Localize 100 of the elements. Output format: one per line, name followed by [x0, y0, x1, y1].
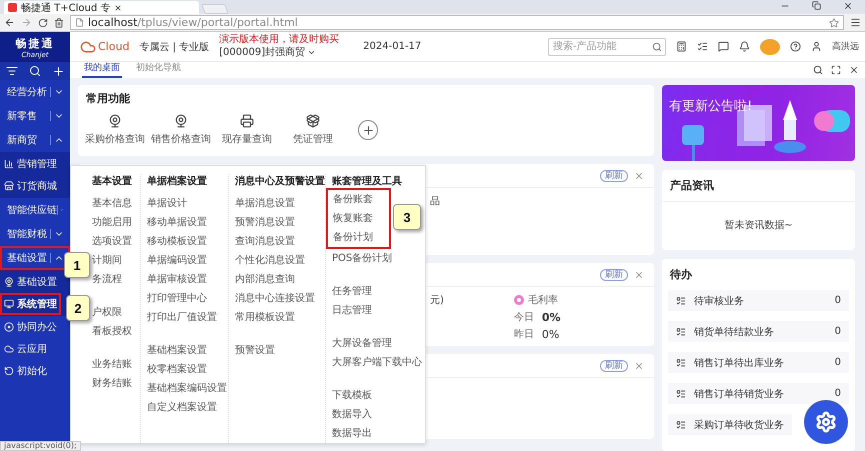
menu-item[interactable]: POS备份计划	[332, 249, 423, 268]
close-icon[interactable]	[114, 4, 122, 12]
menu-item[interactable]: 单据设计	[147, 194, 228, 213]
shortcut-button[interactable]: 采购价格查询	[84, 114, 146, 146]
menu-item[interactable]: 任务管理	[332, 282, 423, 301]
shortcut-button[interactable]: 销售价格查询	[150, 114, 212, 146]
shortcut-button[interactable]: 凭证管理	[282, 114, 344, 146]
menu-item[interactable]: 内部消息查询	[235, 270, 325, 289]
menu-item[interactable]: 业务结账	[92, 355, 140, 374]
menu-item[interactable]: 查询消息设置	[235, 232, 325, 251]
bell-icon[interactable]	[739, 41, 750, 52]
menu-item[interactable]: 下载模板	[332, 386, 423, 405]
menu-item[interactable]: 恢复账套	[333, 209, 389, 228]
menu-item[interactable]: 单据编码设置	[147, 251, 228, 270]
menu-item[interactable]: 校零档案设置	[147, 360, 228, 379]
restore-icon[interactable]	[812, 1, 821, 10]
fullscreen-icon[interactable]	[831, 65, 841, 75]
search-icon[interactable]	[28, 65, 40, 77]
refresh-button[interactable]: 刷新	[600, 360, 628, 372]
sidebar-item[interactable]: 智能财税	[0, 222, 70, 246]
menu-item[interactable]: 移动模板设置	[147, 232, 228, 251]
menu-item[interactable]: 功能启用	[92, 213, 140, 232]
menu-icon[interactable]	[6, 65, 18, 77]
menu-item[interactable]: 单据审核设置	[147, 270, 228, 289]
refresh-button[interactable]: 刷新	[600, 170, 628, 182]
reload-icon[interactable]	[38, 18, 48, 28]
package-icon	[306, 114, 320, 128]
menu-item[interactable]: 数据导出	[332, 424, 423, 443]
sidebar-subitem[interactable]: 营销管理	[0, 153, 61, 175]
menu-item[interactable]: 备份账套	[333, 190, 389, 209]
page-tab[interactable]: 我的桌面	[82, 61, 122, 78]
menu-item[interactable]: 基础档案设置	[147, 341, 228, 360]
browser-tab[interactable]: 畅捷通 T+Cloud 专	[4, 1, 199, 14]
back-icon[interactable]	[4, 17, 15, 28]
sidebar-item[interactable]: 新商贸	[0, 128, 70, 152]
menu-item[interactable]: 预警消息设置	[235, 213, 325, 232]
todo-row[interactable]: 销售订单待出库业务 0	[668, 352, 849, 373]
user-icon[interactable]	[811, 41, 822, 52]
sidebar-item[interactable]: 经营分析	[0, 80, 70, 104]
menu-item[interactable]: 移动单据设置	[147, 213, 228, 232]
todo-row[interactable]: 销货单待结款业务 0	[668, 321, 849, 342]
sidebar-item[interactable]: 新零售	[0, 104, 70, 128]
app-icon	[8, 3, 17, 12]
menu-item[interactable]: 基本信息	[92, 194, 140, 213]
menu-item[interactable]: 备份计划	[333, 228, 389, 247]
menu-item[interactable]: 选项设置	[92, 232, 140, 251]
sidebar-subitem[interactable]: 订货商城	[0, 175, 61, 197]
stat-value: 0%	[542, 310, 561, 324]
bar-chart-icon	[4, 159, 14, 169]
search-field[interactable]: 搜索-产品功能	[548, 38, 666, 56]
menu-item[interactable]: 预警设置	[235, 341, 325, 360]
sidebar-subitem[interactable]: 基础设置	[0, 271, 61, 293]
refresh-button[interactable]: 刷新	[600, 268, 628, 280]
menu-item[interactable]: 数据导入	[332, 405, 423, 424]
todo-count: 0	[834, 326, 841, 337]
close-icon[interactable]	[843, 1, 853, 11]
menu-item[interactable]: 打印出厂值设置	[147, 308, 228, 327]
sidebar-item[interactable]: 初始化	[0, 360, 70, 382]
menu-item[interactable]: 消息中心连接设置	[235, 289, 325, 308]
menu-item[interactable]: 个性化消息设置	[235, 251, 325, 270]
todo-label: 待审核业务	[694, 294, 744, 308]
menu-item[interactable]: 财务结账	[92, 374, 140, 393]
sidebar-item[interactable]: 云应用	[0, 338, 70, 360]
menu-item[interactable]: 计期间	[92, 251, 140, 270]
menu-item[interactable]: 日志管理	[332, 301, 423, 320]
todo-row[interactable]: 待审核业务 0	[668, 290, 849, 311]
trash-icon[interactable]	[54, 18, 64, 28]
plus-icon[interactable]	[52, 64, 64, 78]
calculator-icon[interactable]	[676, 41, 687, 52]
todo-row[interactable]: 采购订单待收货业务	[668, 414, 792, 435]
todo-row[interactable]: 销售订单待销货业务 0	[668, 383, 849, 404]
checklist-icon[interactable]	[697, 41, 708, 52]
plus-icon	[362, 124, 374, 136]
menu-item[interactable]: 自定义档案设置	[147, 398, 228, 417]
address-field[interactable]: localhost/tplus/view/portal/portal.html	[70, 15, 844, 30]
company-selector[interactable]: [000009]封强商贸	[219, 45, 316, 59]
help-icon[interactable]	[790, 41, 801, 52]
sidebar-subitem[interactable]: 系统管理	[0, 293, 61, 315]
webcam-icon	[4, 277, 14, 287]
add-button[interactable]	[358, 120, 378, 140]
menu-item[interactable]: 大屏客户端下载中心	[332, 353, 423, 372]
menu-item[interactable]: 务流程	[92, 270, 140, 289]
close-icon[interactable]	[849, 65, 859, 75]
menu-item[interactable]: 常用模板设置	[235, 308, 325, 327]
search-icon[interactable]	[813, 65, 823, 75]
menu-item[interactable]: 打印管理中心	[147, 289, 228, 308]
star-icon[interactable]	[829, 18, 839, 28]
menu-item[interactable]: 看板授权	[92, 322, 140, 341]
shortcut-button[interactable]: 现存量查询	[216, 114, 278, 146]
banner-title: 有更新公告啦!	[669, 98, 752, 115]
menu-item[interactable]: 单据消息设置	[235, 194, 325, 213]
menu-item[interactable]: 户权限	[92, 303, 140, 322]
page-tab[interactable]: 初始化导航	[134, 61, 183, 78]
announcement-banner[interactable]: 有更新公告啦!	[662, 85, 855, 162]
message-icon[interactable]	[718, 41, 729, 52]
menu-icon[interactable]	[850, 17, 861, 28]
menu-item[interactable]: 基础档案编码设置	[147, 379, 228, 398]
sidebar-item[interactable]: 智能供应链	[0, 198, 70, 222]
menu-item[interactable]: 大屏设备管理	[332, 334, 423, 353]
menu-heading: 基本设置	[92, 174, 133, 189]
